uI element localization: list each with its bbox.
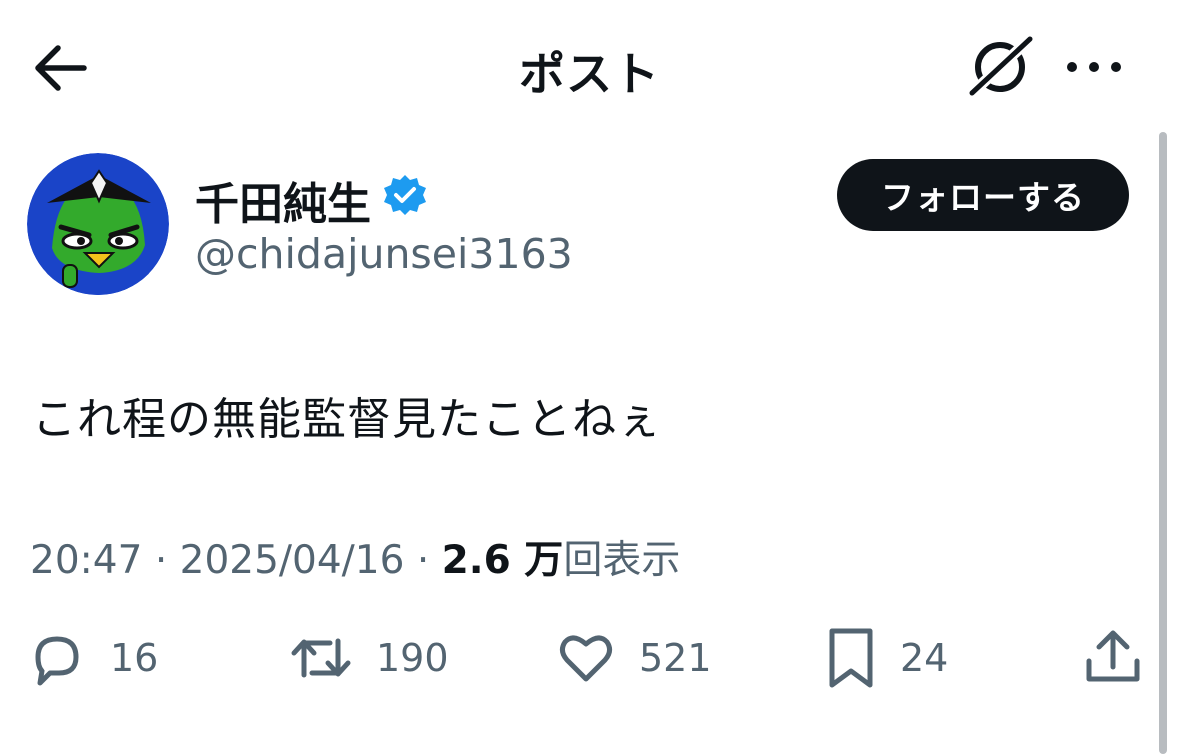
post-date[interactable]: 2025/04/16: [180, 538, 405, 583]
reply-count: 16: [110, 636, 159, 680]
share-icon[interactable]: [1083, 625, 1143, 687]
reply-icon: [26, 627, 88, 689]
reply-button[interactable]: 16: [26, 623, 158, 693]
user-handle[interactable]: @chidajunsei3163: [195, 230, 573, 278]
grok-icon[interactable]: [966, 35, 1034, 99]
views-label: 回表示: [563, 538, 681, 583]
display-name[interactable]: 千田純生: [195, 168, 371, 232]
post-time[interactable]: 20:47: [30, 538, 142, 583]
post-text: これ程の無能監督見たことねぇ: [32, 394, 662, 445]
repost-count: 190: [376, 636, 449, 680]
meta-separator: ·: [416, 538, 430, 583]
bookmark-count: 24: [900, 636, 949, 680]
avatar[interactable]: [27, 153, 169, 295]
views-count: 2.6 万: [441, 538, 564, 583]
repost-button[interactable]: 190: [288, 623, 449, 693]
like-button[interactable]: 521: [555, 623, 712, 693]
like-count: 521: [639, 636, 712, 680]
heart-icon: [555, 627, 617, 689]
follow-button[interactable]: フォローする: [837, 159, 1129, 231]
more-options-icon[interactable]: [1062, 50, 1126, 84]
post-meta: 20:47 · 2025/04/16 · 2.6 万回表示: [30, 529, 680, 585]
scrollbar[interactable]: [1159, 132, 1167, 754]
verified-badge-icon: [382, 173, 428, 219]
repost-icon: [288, 627, 354, 689]
bookmark-icon: [824, 625, 878, 691]
bookmark-button[interactable]: 24: [824, 623, 948, 693]
meta-separator: ·: [154, 538, 168, 583]
